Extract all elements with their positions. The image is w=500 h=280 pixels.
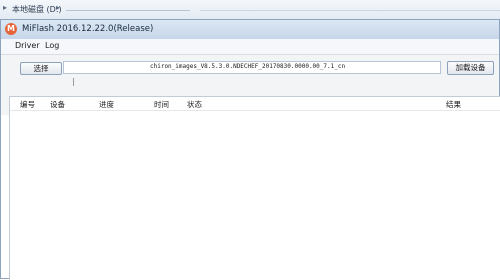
column-header-status[interactable]: 状态 bbox=[187, 99, 202, 110]
breadcrumb-arrow-icon[interactable]: ▸ bbox=[3, 3, 7, 12]
rom-path-field[interactable]: chiron_images_V8.5.3.0.NDECHEF_20170830.… bbox=[63, 61, 441, 74]
column-header-result[interactable]: 结果 bbox=[446, 99, 461, 110]
address-divider bbox=[200, 10, 500, 11]
column-header-progress[interactable]: 进度 bbox=[99, 99, 114, 110]
rom-path-text: chiron_images_V8.5.3.0.NDECHEF_20170830.… bbox=[150, 63, 346, 70]
menu-bar: Driver Log bbox=[1, 39, 499, 55]
menu-log[interactable]: Log bbox=[45, 41, 59, 50]
device-table[interactable]: 编号 设备 进度 时间 状态 结果 bbox=[9, 96, 500, 280]
explorer-address-bar: ▸ 本地磁盘 (D:) ▸ bbox=[0, 0, 500, 20]
text-cursor bbox=[73, 78, 74, 86]
column-header-device[interactable]: 设备 bbox=[50, 99, 65, 110]
column-header-number[interactable]: 编号 bbox=[20, 99, 35, 110]
address-field[interactable] bbox=[66, 10, 190, 11]
table-header: 编号 设备 进度 时间 状态 结果 bbox=[10, 97, 500, 111]
window-title: MiFlash 2016.12.22.0(Release) bbox=[22, 24, 154, 34]
load-device-button[interactable]: 加载设备 bbox=[447, 61, 494, 75]
select-button[interactable]: 选择 bbox=[20, 62, 62, 75]
column-header-time[interactable]: 时间 bbox=[154, 99, 169, 110]
title-bar[interactable]: M MiFlash 2016.12.22.0(Release) bbox=[1, 20, 499, 40]
menu-driver[interactable]: Driver bbox=[15, 41, 40, 50]
miflash-app-icon: M bbox=[5, 23, 17, 35]
breadcrumb-drive[interactable]: 本地磁盘 (D:) bbox=[12, 4, 62, 15]
breadcrumb-chevron-icon[interactable]: ▸ bbox=[56, 3, 60, 12]
